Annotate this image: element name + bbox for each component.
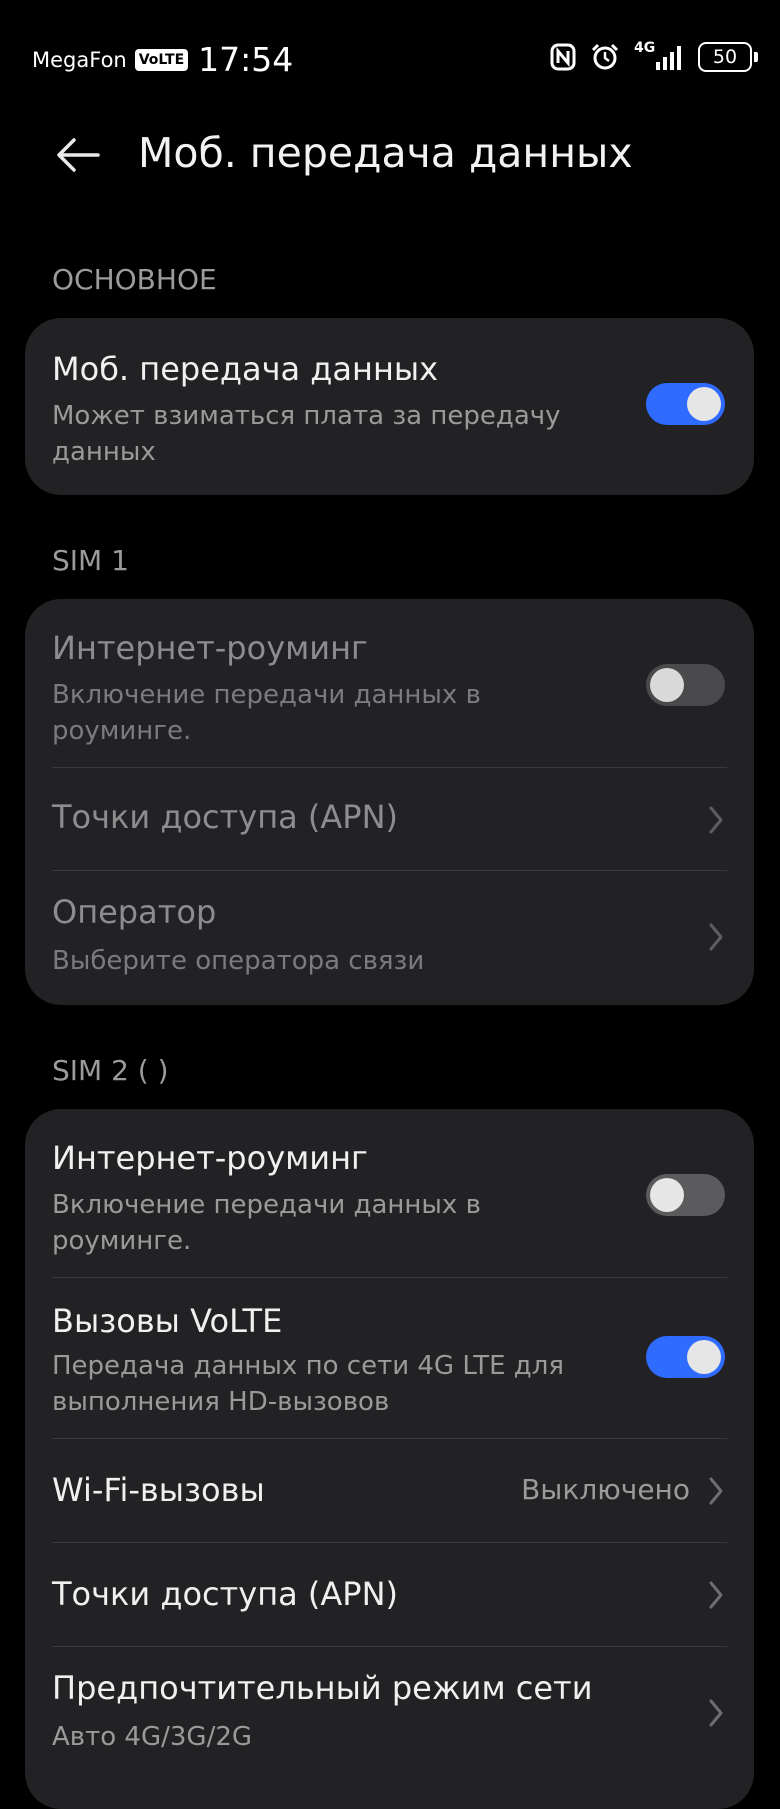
sim1-roaming-row[interactable]: Интернет-роуминг Включение передачи данн… (25, 599, 754, 768)
mobile-data-title: Моб. передача данных (52, 350, 439, 388)
carrier-name: MegaFon (32, 47, 127, 72)
sim1-roaming-title: Интернет-роуминг (52, 629, 368, 667)
sim2-apn-title: Точки доступа (APN) (52, 1575, 398, 1613)
sim1-operator-title: Оператор (52, 893, 217, 931)
mobile-data-subtitle: Может взиматься плата за передачу данных (52, 401, 561, 467)
mobile-data-row[interactable]: Моб. передача данных Может взиматься пла… (25, 318, 754, 495)
mobile-data-toggle[interactable] (646, 383, 725, 425)
toggle-knob (650, 1178, 684, 1212)
volte-badge: VoLTE (134, 48, 189, 71)
sim1-apn-title: Точки доступа (APN) (52, 798, 398, 836)
sim1-roaming-toggle[interactable] (646, 664, 725, 706)
chevron-right-icon (709, 923, 723, 951)
sim1-roaming-subtitle: Включение передачи данных в роуминге. (52, 680, 481, 746)
section-label-main: ОСНОВНОЕ (52, 263, 217, 296)
toggle-knob (687, 1340, 721, 1374)
volte-toggle[interactable] (646, 1336, 725, 1378)
status-bar-left: MegaFon VoLTE 17:54 (32, 40, 293, 79)
battery-icon: 50 (698, 42, 758, 72)
volte-subtitle: Передача данных по сети 4G LTE для выпол… (52, 1351, 565, 1417)
chevron-right-icon (709, 1477, 723, 1505)
sim2-roaming-subtitle: Включение передачи данных в роуминге. (52, 1190, 481, 1256)
sim2-roaming-row[interactable]: Интернет-роуминг Включение передачи данн… (25, 1109, 754, 1278)
section-label-sim1: SIM 1 (52, 544, 129, 577)
page-title: Моб. передача данных (138, 129, 633, 177)
network-mode-row[interactable]: Предпочтительный режим сети Авто 4G/3G/2… (25, 1647, 754, 1787)
wifi-calls-value: Выключено (521, 1473, 690, 1506)
status-bar-right: 4G 50 (550, 40, 758, 72)
volte-title: Вызовы VoLTE (52, 1302, 283, 1340)
card-sim2: Интернет-роуминг Включение передачи данн… (25, 1109, 754, 1809)
status-bar: MegaFon VoLTE 17:54 4G 50 (0, 0, 780, 120)
chevron-right-icon (709, 806, 723, 834)
chevron-right-icon (709, 1699, 723, 1727)
back-button[interactable] (52, 130, 102, 180)
signal-bars (656, 46, 681, 70)
sim2-roaming-toggle[interactable] (646, 1174, 725, 1216)
card-main: Моб. передача данных Может взиматься пла… (25, 318, 754, 495)
arrow-left-icon (57, 138, 100, 172)
card-sim1: Интернет-роуминг Включение передачи данн… (25, 599, 754, 1005)
network-type: 4G (634, 40, 656, 56)
sim2-apn-row[interactable]: Точки доступа (APN) (25, 1543, 754, 1647)
network-mode-subtitle: Авто 4G/3G/2G (52, 1722, 253, 1752)
toggle-knob (650, 668, 684, 702)
nfc-icon (550, 43, 576, 71)
toggle-knob (687, 387, 721, 421)
wifi-calls-title: Wi-Fi-вызовы (52, 1471, 265, 1509)
signal-icon: 4G (634, 40, 684, 72)
volte-row[interactable]: Вызовы VoLTE Передача данных по сети 4G … (25, 1278, 754, 1439)
sim1-operator-subtitle: Выберите оператора связи (52, 946, 425, 976)
app-header: Моб. передача данных (0, 120, 780, 190)
chevron-right-icon (709, 1581, 723, 1609)
network-mode-title: Предпочтительный режим сети (52, 1669, 593, 1707)
alarm-icon (591, 43, 619, 70)
wifi-calls-row[interactable]: Wi-Fi-вызовы Выключено (25, 1439, 754, 1543)
section-label-sim2: SIM 2 ( ) (52, 1054, 169, 1087)
sim1-operator-row[interactable]: Оператор Выберите оператора связи (25, 871, 754, 1005)
status-time: 17:54 (198, 40, 294, 79)
sim2-roaming-title: Интернет-роуминг (52, 1139, 368, 1177)
sim1-apn-row[interactable]: Точки доступа (APN) (25, 768, 754, 871)
